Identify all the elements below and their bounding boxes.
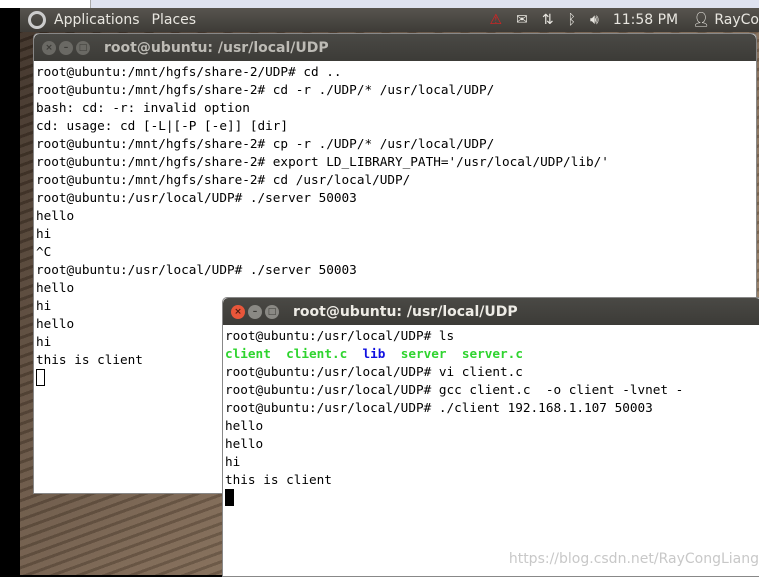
title-bar[interactable]: × – □ root@ubuntu: /usr/local/UDP — [223, 298, 759, 325]
terminal-line: root@ubuntu:/mnt/hgfs/share-2# export LD… — [36, 154, 609, 169]
background-window-strip — [0, 0, 759, 8]
file-exec: server — [400, 346, 447, 361]
warning-icon[interactable]: ⚠ — [490, 12, 503, 28]
network-icon[interactable]: ⇅ — [542, 12, 554, 28]
volume-icon[interactable]: 🔊︎ — [590, 12, 599, 28]
title-bar[interactable]: × – □ root@ubuntu: /usr/local/UDP — [34, 34, 756, 61]
minimize-button[interactable]: – — [248, 304, 262, 319]
user-icon: 👤︎ — [692, 12, 710, 28]
background-window — [0, 0, 91, 8]
terminal-line: ^C — [36, 244, 52, 259]
system-tray: ⚠ ✉ ⇅ ᛒ 🔊︎ 11:58 PM 👤︎ RayCo — [490, 8, 759, 32]
terminal-line: root@ubuntu:/usr/local/UDP# vi client.c — [225, 364, 523, 379]
terminal-line: root@ubuntu:/usr/local/UDP# ./server 500… — [36, 190, 357, 205]
ubuntu-logo-icon[interactable] — [28, 11, 46, 29]
mail-icon[interactable]: ✉ — [516, 12, 528, 28]
close-button[interactable]: × — [42, 40, 56, 55]
terminal-line: cd: usage: cd [-L|[-P [-e]] [dir] — [36, 118, 289, 133]
top-panel: Applications Places ⚠ ✉ ⇅ ᛒ 🔊︎ 11:58 PM … — [20, 8, 759, 32]
menu-places[interactable]: Places — [152, 12, 197, 28]
window-title: root@ubuntu: /usr/local/UDP — [104, 39, 329, 56]
terminal-line: root@ubuntu:/mnt/hgfs/share-2/UDP# cd .. — [36, 64, 342, 79]
bluetooth-icon[interactable]: ᛒ — [568, 12, 576, 28]
terminal-line: root@ubuntu:/mnt/hgfs/share-2# cp -r ./U… — [36, 136, 495, 151]
cursor — [36, 369, 45, 386]
minimize-button[interactable]: – — [59, 40, 73, 55]
ls-output: client client.c lib server server.c — [225, 345, 759, 363]
terminal-line: hi — [36, 226, 52, 241]
window-title: root@ubuntu: /usr/local/UDP — [293, 303, 518, 320]
terminal-line: hi — [225, 454, 241, 469]
terminal-line: root@ubuntu:/mnt/hgfs/share-2# cd -r ./U… — [36, 82, 495, 97]
terminal-line: bash: cd: -r: invalid option — [36, 100, 250, 115]
menu-applications[interactable]: Applications — [54, 12, 140, 28]
terminal-line: hello — [36, 280, 75, 295]
terminal-line: hello — [225, 418, 264, 433]
file-exec: client — [225, 346, 271, 361]
user-menu[interactable]: 👤︎ RayCo — [692, 12, 759, 28]
user-name: RayCo — [714, 12, 759, 28]
terminal-line: root@ubuntu:/usr/local/UDP# gcc client.c… — [225, 382, 684, 397]
terminal-line: this is client — [225, 472, 332, 487]
terminal-line: root@ubuntu:/usr/local/UDP# ./server 500… — [36, 262, 357, 277]
maximize-button[interactable]: □ — [265, 304, 279, 319]
clock[interactable]: 11:58 PM — [613, 12, 678, 28]
cursor — [225, 489, 234, 506]
close-button[interactable]: × — [231, 304, 245, 319]
terminal-line: root@ubuntu:/mnt/hgfs/share-2# cd /usr/l… — [36, 172, 411, 187]
watermark: https://blog.csdn.net/RayCongLiang — [508, 551, 759, 567]
terminal-line: hello — [36, 208, 75, 223]
file-exec: server.c — [461, 346, 523, 361]
terminal-line: root@ubuntu:/usr/local/UDP# ls — [225, 328, 455, 343]
dir-entry: lib — [362, 346, 386, 361]
terminal-line: root@ubuntu:/usr/local/UDP# ./client 192… — [225, 400, 653, 415]
terminal-output[interactable]: root@ubuntu:/usr/local/UDP# ls client cli… — [223, 325, 759, 507]
maximize-button[interactable]: □ — [76, 40, 90, 55]
left-black-bar — [0, 8, 20, 575]
terminal-window-client[interactable]: × – □ root@ubuntu: /usr/local/UDP root@ubu… — [222, 297, 759, 577]
file-exec: client.c — [286, 346, 348, 361]
terminal-line: hello — [225, 436, 264, 451]
